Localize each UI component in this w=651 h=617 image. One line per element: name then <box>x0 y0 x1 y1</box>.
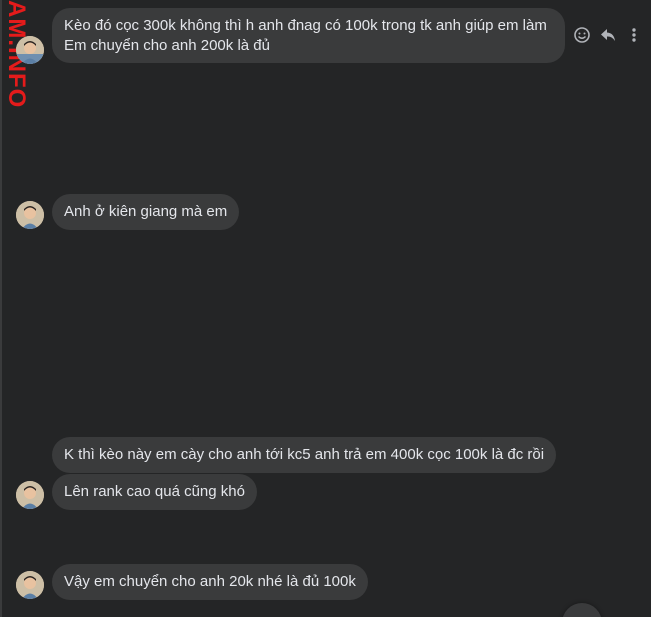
message-actions <box>572 24 644 46</box>
more-vertical-icon[interactable] <box>624 25 644 45</box>
message-text: Anh ở kiên giang mà em <box>64 203 228 220</box>
message-text: K thì kèo này em cày cho anh tới kc5 anh… <box>64 446 545 463</box>
message-text: Em chuyển cho anh 200k là đủ <box>64 37 270 54</box>
message-bubble[interactable]: Anh ở kiên giang mà em <box>52 194 240 230</box>
avatar[interactable] <box>16 36 44 64</box>
message-bubble[interactable]: Lên rank cao quá cũng khó <box>52 474 257 510</box>
message-text: Lên rank cao quá cũng khó <box>64 483 245 500</box>
message-bubble[interactable]: K thì kèo này em cày cho anh tới kc5 anh… <box>52 437 557 473</box>
reply-icon[interactable] <box>598 25 618 45</box>
smiley-icon[interactable] <box>572 25 592 45</box>
avatar[interactable] <box>16 201 44 229</box>
scroll-to-bottom-button[interactable] <box>562 603 602 617</box>
avatar[interactable] <box>16 571 44 599</box>
message-bubble[interactable]: Vậy em chuyển cho anh 20k nhé là đủ 100k <box>52 564 368 600</box>
message-text: Kèo đó cọc 300k không thì h anh đnag có … <box>64 17 547 34</box>
avatar[interactable] <box>16 481 44 509</box>
message-text: Vậy em chuyển cho anh 20k nhé là đủ 100k <box>64 573 356 590</box>
divider <box>0 0 2 617</box>
message-bubble[interactable]: Kèo đó cọc 300k không thì h anh đnag có … <box>52 8 565 63</box>
chat-thread: AM.INFO Kèo đó cọc 300k không thì h anh … <box>0 0 651 617</box>
